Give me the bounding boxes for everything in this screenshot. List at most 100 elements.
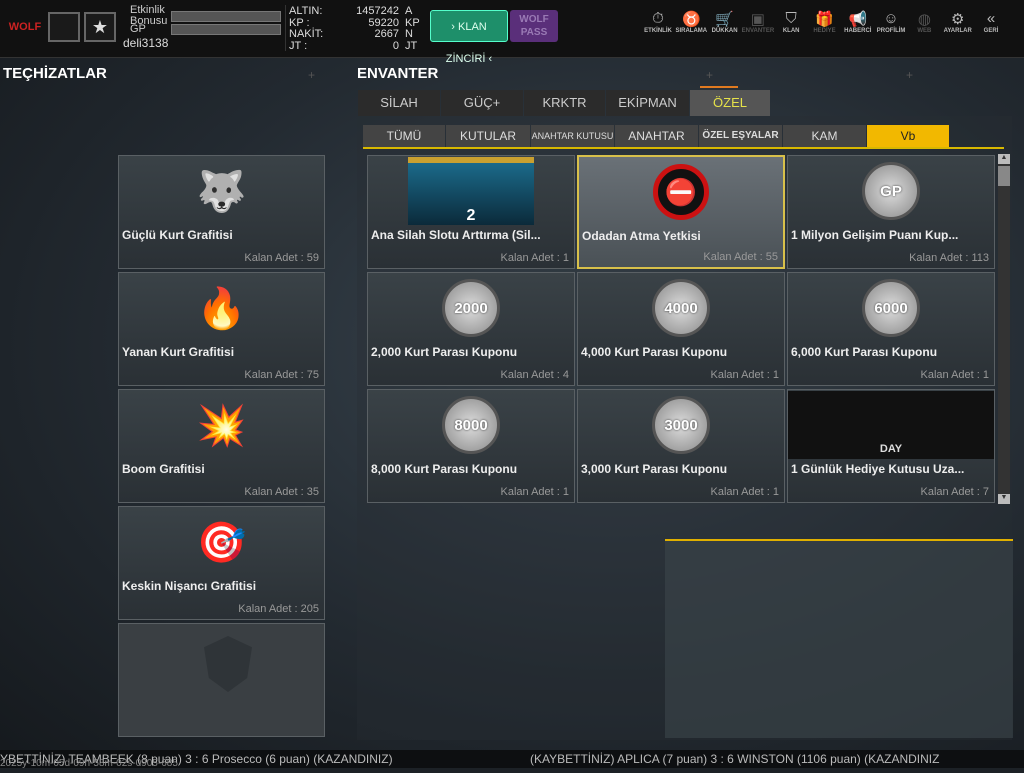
nav-label: WEB <box>917 28 932 34</box>
currency-label: NAKİT: <box>289 28 324 40</box>
item-count: Kalan Adet : 75 <box>244 369 319 381</box>
item-count: Kalan Adet : 4 <box>500 369 570 381</box>
currency-unit: JT <box>405 39 418 52</box>
username: deli3138 <box>123 36 169 50</box>
nav-icon: ▣ <box>750 11 765 28</box>
inventory-scrollbar[interactable]: ▲ ▼ <box>998 154 1010 504</box>
subtab-4[interactable]: ÖZEL EŞYALAR <box>699 125 782 147</box>
inventory-item[interactable]: 8000 8,000 Kurt Parası Kuponu Kalan Adet… <box>367 389 575 503</box>
nav-icon: 🛒 <box>715 11 734 28</box>
nav-icon: « <box>986 10 996 27</box>
subtab-0[interactable]: TÜMÜ <box>363 125 445 147</box>
timestamp: 2025y-10m-05d-09h-58m-02s-0905-685 <box>0 758 178 769</box>
currency-unit: A <box>405 5 413 17</box>
tab-1[interactable]: GÜÇ+ <box>441 90 523 116</box>
nav-etki̇nli̇k[interactable]: ⏱ ETKİNLİK <box>641 10 675 34</box>
nav-dükkan[interactable]: 🛒 DÜKKAN <box>708 10 742 34</box>
item-name: 8,000 Kurt Parası Kuponu <box>371 462 518 476</box>
nav-icon: ♉ <box>681 11 701 28</box>
nav-label: DÜKKAN <box>711 28 738 34</box>
klan-zinciri-button[interactable]: › KLAN ZİNCİRİ ‹ <box>430 10 508 65</box>
nav-icon: ⏱ <box>652 10 664 27</box>
top-bar: WOLF ★ Etkinlik Bonusu GP deli3138 ALTIN… <box>0 0 1024 65</box>
item-name: Boom Grafitisi <box>122 462 205 476</box>
nav-siralama[interactable]: ♉ SIRALAMA <box>674 10 708 34</box>
scroll-down-icon[interactable]: ▼ <box>998 494 1010 504</box>
item-count: Kalan Adet : 7 <box>920 486 990 498</box>
scroll-up-icon[interactable]: ▲ <box>998 154 1010 164</box>
equipment-item[interactable]: 🔥 Yanan Kurt Grafitisi Kalan Adet : 75 <box>118 272 325 386</box>
plus-mark: + <box>906 68 914 82</box>
equipment-item[interactable]: 🎯 Keskin Nişancı Grafitisi Kalan Adet : … <box>118 506 325 620</box>
nav-haberci̇[interactable]: 📢 HABERCİ <box>841 10 875 34</box>
graffiti-icon: 🐺 <box>196 169 247 214</box>
tab-3[interactable]: EKİPMAN <box>606 90 689 116</box>
currency-label: ALTIN: <box>289 5 323 17</box>
rank-star-icon[interactable]: ★ <box>84 12 116 42</box>
currency-unit: N <box>405 28 413 40</box>
equipment-item[interactable]: 🐺 Güçlü Kurt Grafitisi Kalan Adet : 59 <box>118 155 325 269</box>
scroll-thumb[interactable] <box>998 166 1010 186</box>
equipment-item[interactable]: 💥 Boom Grafitisi Kalan Adet : 35 <box>118 389 325 503</box>
gp-bar <box>171 24 281 35</box>
inventory-item[interactable]: 3000 3,000 Kurt Parası Kuponu Kalan Adet… <box>577 389 785 503</box>
item-name: 6,000 Kurt Parası Kuponu <box>791 345 938 359</box>
currency-value: 0 <box>392 39 399 52</box>
item-name: 1 Günlük Hediye Kutusu Uza... <box>791 462 965 476</box>
ticker-right: (KAYBETTİNİZ) APLICA (7 puan) 3 : 6 WINS… <box>530 752 940 766</box>
item-name: 1 Milyon Gelişim Puanı Kup... <box>791 228 959 242</box>
nav-web[interactable]: ◍ WEB <box>907 10 941 34</box>
inventory-item[interactable]: GP 1 Milyon Gelişim Puanı Kup... Kalan A… <box>787 155 995 269</box>
nav-icon: 🎁 <box>815 11 834 28</box>
item-count: Kalan Adet : 59 <box>244 252 319 264</box>
nav-icon: ☺ <box>883 10 899 27</box>
subtab-3[interactable]: ANAHTAR <box>615 125 698 147</box>
item-count: Kalan Adet : 113 <box>909 252 989 264</box>
nav-icon: 📢 <box>848 11 868 28</box>
inventory-item[interactable]: DAY 1 Günlük Hediye Kutusu Uza... Kalan … <box>787 389 995 503</box>
subtab-6[interactable]: Vb <box>867 125 949 147</box>
nav-ayarlar[interactable]: ⚙ AYARLAR <box>941 10 975 34</box>
tab-2[interactable]: KRKTR <box>524 90 605 116</box>
item-count: Kalan Adet : 205 <box>238 603 319 615</box>
empty-equipment-slot[interactable] <box>118 623 325 737</box>
item-name: Güçlü Kurt Grafitisi <box>122 228 233 242</box>
shield-icon <box>204 636 252 692</box>
nav-klan[interactable]: ⛉ KLAN <box>774 10 808 34</box>
event-bonus-bar <box>171 11 281 22</box>
kick-icon: ⛔ <box>653 164 709 220</box>
inventory-item[interactable]: 2 Ana Silah Slotu Arttırma (Sil... Kalan… <box>367 155 575 269</box>
inventory-item[interactable]: 6000 6,000 Kurt Parası Kuponu Kalan Adet… <box>787 272 995 386</box>
wolf-pass-button[interactable]: WOLF PASS <box>510 10 558 42</box>
nav-geri̇[interactable]: « GERİ <box>974 10 1008 34</box>
clan-emblem[interactable] <box>48 12 80 42</box>
graffiti-icon: 🔥 <box>196 286 247 331</box>
inventory-item[interactable]: ⛔ Odadan Atma Yetkisi Kalan Adet : 55 <box>577 155 785 269</box>
nav-hedi̇ye[interactable]: 🎁 HEDİYE <box>808 10 842 34</box>
tab-4[interactable]: ÖZEL <box>690 90 770 116</box>
coupon-coin-icon: 3000 <box>652 396 710 454</box>
nav-envanter[interactable]: ▣ ENVANTER <box>741 10 775 34</box>
item-detail-panel <box>665 539 1013 738</box>
item-name: Keskin Nişancı Grafitisi <box>122 579 257 593</box>
currency-label: JT : <box>289 39 308 52</box>
currency-panel: ALTIN: 1457242 A KP : 59220 KP NAKİT: 26… <box>285 5 425 52</box>
coupon-coin-icon: 8000 <box>442 396 500 454</box>
nav-profi̇li̇m[interactable]: ☺ PROFİLİM <box>874 10 908 34</box>
subtab-1[interactable]: KUTULAR <box>446 125 530 147</box>
nav-label: HEDİYE <box>813 28 836 34</box>
item-count: Kalan Adet : 1 <box>710 486 780 498</box>
nav-icon: ⛉ <box>785 10 797 27</box>
game-logo: WOLF <box>8 21 42 33</box>
graffiti-icon: 💥 <box>196 403 247 448</box>
subtab-5[interactable]: KAM <box>783 125 866 147</box>
inventory-item[interactable]: 2000 2,000 Kurt Parası Kuponu Kalan Adet… <box>367 272 575 386</box>
graffiti-icon: 🎯 <box>196 520 247 565</box>
equipment-title: TEÇHİZATLAR <box>3 65 107 82</box>
gp-label: GP <box>130 23 146 35</box>
tab-0[interactable]: SİLAH <box>358 90 440 116</box>
item-name: Ana Silah Slotu Arttırma (Sil... <box>371 228 541 242</box>
subtab-2[interactable]: ANAHTAR KUTUSU <box>531 125 614 147</box>
inventory-item[interactable]: 4000 4,000 Kurt Parası Kuponu Kalan Adet… <box>577 272 785 386</box>
nav-label: ENVANTER <box>741 28 775 34</box>
